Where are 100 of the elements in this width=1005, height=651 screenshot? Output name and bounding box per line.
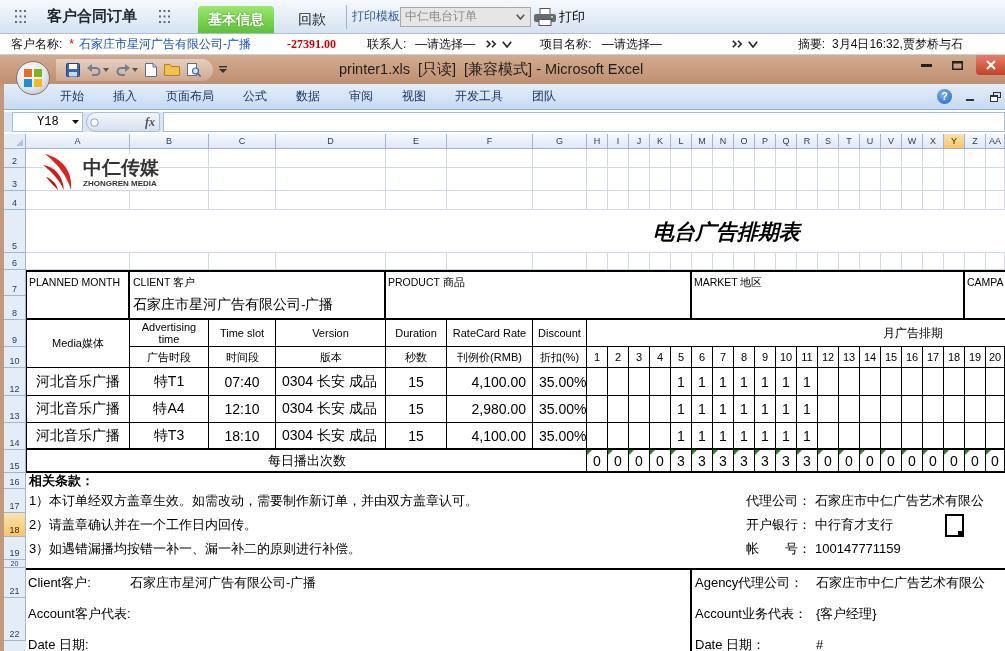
column-header[interactable]: Q: [776, 134, 797, 149]
minimize-icon[interactable]: [966, 98, 974, 101]
day-header: 17: [923, 347, 944, 368]
ribbon-tab[interactable]: 数据: [286, 86, 330, 107]
ribbon-tab[interactable]: 开始: [50, 86, 94, 107]
insert-function-button[interactable]: fx: [145, 114, 155, 130]
table-cell: 河北音乐广播: [26, 396, 130, 423]
table-cell: 1: [776, 423, 797, 450]
row-header[interactable]: 9: [4, 320, 26, 347]
column-header[interactable]: D: [276, 134, 386, 149]
row-header[interactable]: 19: [4, 537, 26, 560]
day-header: 7: [713, 347, 734, 368]
grid-cell: [881, 191, 902, 210]
ribbon-tab[interactable]: 开发工具: [445, 86, 513, 107]
column-header[interactable]: B: [130, 134, 209, 149]
column-header[interactable]: W: [902, 134, 923, 149]
table-cell: [986, 368, 1005, 396]
new-document-icon[interactable]: [145, 62, 157, 77]
row-header[interactable]: 15: [4, 450, 26, 473]
caret-icon[interactable]: [132, 67, 138, 72]
ribbon-tab[interactable]: 公式: [233, 86, 277, 107]
row-header[interactable]: 21: [4, 568, 26, 598]
column-header[interactable]: AA: [986, 134, 1005, 149]
column-header[interactable]: K: [650, 134, 671, 149]
field-value: {客户经理}: [816, 605, 877, 622]
field-value: 石家庄市中仁广告艺术有限公: [815, 492, 984, 510]
column-header[interactable]: I: [608, 134, 629, 149]
column-header[interactable]: C: [209, 134, 276, 149]
column-header[interactable]: G: [533, 134, 587, 149]
field-value: #: [816, 636, 824, 651]
customer-link[interactable]: 石家庄市星河广告有限公司-广播: [79, 35, 251, 53]
table-cell: 35.00%: [533, 423, 587, 450]
row-header[interactable]: 22: [4, 598, 26, 641]
column-header[interactable]: R: [797, 134, 818, 149]
tab[interactable]: 回款: [288, 6, 336, 33]
name-box[interactable]: Y18: [12, 112, 83, 132]
ribbon-tab[interactable]: 页面布局: [156, 86, 224, 107]
restore-icon[interactable]: [990, 91, 1001, 102]
row-header[interactable]: 16: [4, 473, 26, 489]
column-header[interactable]: L: [671, 134, 692, 149]
grid-cell: [818, 191, 839, 210]
column-header[interactable]: F: [447, 134, 533, 149]
daily-count: 3: [803, 452, 811, 469]
project-select[interactable]: —请选择—: [601, 35, 758, 53]
row-header[interactable]: 2: [4, 149, 26, 168]
row-header[interactable]: 18: [4, 513, 26, 537]
column-header[interactable]: M: [692, 134, 713, 149]
column-header[interactable]: Z: [965, 134, 986, 149]
column-header[interactable]: X: [923, 134, 944, 149]
customize-dropdown-icon[interactable]: [219, 66, 227, 73]
grid-cell: [923, 168, 944, 191]
caret-icon: [502, 40, 513, 48]
column-header[interactable]: J: [629, 134, 650, 149]
row-header[interactable]: 4: [4, 191, 26, 210]
row-header[interactable]: 13: [4, 396, 26, 423]
row-header[interactable]: 17: [4, 489, 26, 513]
print-button[interactable]: 打印: [534, 7, 585, 26]
round-handle-icon[interactable]: [90, 117, 99, 127]
ribbon-tab[interactable]: 审阅: [339, 86, 383, 107]
column-header[interactable]: E: [386, 134, 447, 149]
column-header[interactable]: N: [713, 134, 734, 149]
row-header[interactable]: 12: [4, 368, 26, 396]
table-cell: [902, 368, 923, 396]
ribbon-tab[interactable]: 插入: [103, 86, 147, 107]
column-header[interactable]: H: [587, 134, 608, 149]
column-header[interactable]: S: [818, 134, 839, 149]
row-header[interactable]: 8: [4, 296, 26, 320]
redo-icon[interactable]: [116, 63, 130, 76]
terms-line: 2）请盖章确认并在一个工作日内回传。: [29, 516, 258, 534]
grid-cell: [713, 168, 734, 191]
column-header[interactable]: V: [881, 134, 902, 149]
day-header: 11: [797, 347, 818, 368]
row-header[interactable]: 5: [4, 210, 26, 253]
grid-cell: [734, 168, 755, 191]
formula-field[interactable]: [163, 112, 1005, 132]
grid-cell: [944, 168, 965, 191]
column-header[interactable]: T: [839, 134, 860, 149]
column-header[interactable]: O: [734, 134, 755, 149]
row-header[interactable]: 7: [4, 270, 26, 296]
row-header[interactable]: 3: [4, 168, 26, 191]
header-cell: Duration: [386, 320, 447, 347]
save-icon[interactable]: [66, 62, 80, 77]
print-preview-icon[interactable]: [187, 62, 201, 77]
header-cell: Time slot: [209, 320, 276, 347]
table-cell: [650, 396, 671, 423]
row-header[interactable]: 6: [4, 253, 26, 270]
undo-icon[interactable]: [87, 63, 101, 76]
caret-icon[interactable]: [103, 67, 109, 72]
ribbon-tab[interactable]: 视图: [392, 86, 436, 107]
column-header[interactable]: Y: [944, 134, 965, 149]
row-header[interactable]: 14: [4, 423, 26, 450]
column-header[interactable]: A: [26, 134, 130, 149]
grid-cell: [818, 168, 839, 191]
ribbon-tab[interactable]: 团队: [522, 86, 566, 107]
column-header[interactable]: U: [860, 134, 881, 149]
column-header[interactable]: P: [755, 134, 776, 149]
contact-select[interactable]: —请选择—: [415, 35, 513, 53]
row-header[interactable]: 10: [4, 347, 26, 368]
close-button[interactable]: [976, 55, 1005, 75]
table-cell: 12:10: [209, 396, 276, 423]
